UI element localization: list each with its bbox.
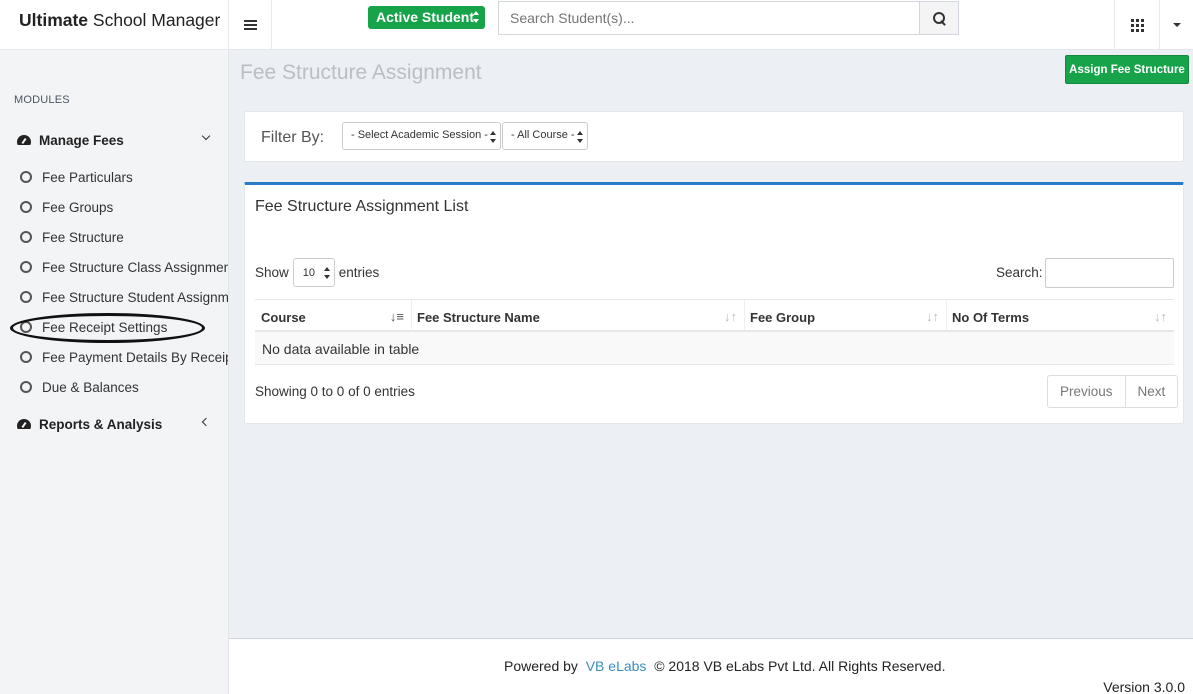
filter-panel: Filter By: - Select Academic Session - -…	[244, 111, 1184, 162]
course-select[interactable]: - All Course -	[502, 122, 588, 150]
page-length-select[interactable]: 10	[292, 258, 335, 287]
page-length-value: 10	[302, 267, 316, 279]
dashboard-icon	[17, 419, 31, 430]
circle-icon	[20, 171, 32, 183]
course-value: - All Course -	[511, 129, 575, 141]
sidebar-item-label: Fee Particulars	[42, 169, 133, 185]
sidebar-item-fee-particulars[interactable]: Fee Particulars	[20, 167, 228, 187]
sidebar-item-label: Fee Structure Student Assignment	[42, 289, 229, 305]
sidebar-toggle-button[interactable]	[229, 0, 272, 50]
app-logo[interactable]: Ultimate School Manager	[0, 0, 229, 50]
footer: Powered by VB eLabs © 2018 VB eLabs Pvt …	[229, 638, 1193, 694]
apps-grid-icon	[1130, 18, 1144, 32]
company-link[interactable]: VB eLabs	[586, 658, 647, 674]
apps-menu-button[interactable]	[1114, 0, 1160, 50]
circle-icon	[20, 261, 32, 273]
assignment-list-panel: Fee Structure Assignment List Show 10 en…	[244, 182, 1184, 424]
table-info: Showing 0 to 0 of 0 entries	[255, 384, 415, 399]
chevron-left-icon	[201, 417, 211, 427]
dashboard-icon	[17, 135, 31, 146]
sidebar-item-label: Fee Structure Class Assignment	[42, 259, 229, 275]
top-navbar: Ultimate School Manager Active Student	[0, 0, 1193, 50]
circle-icon	[20, 351, 32, 363]
sidebar-item-fee-structure-student-assignment[interactable]: Fee Structure Student Assignment	[20, 287, 229, 307]
column-header-no-of-terms[interactable]: No Of Terms ↓↑	[946, 300, 1174, 331]
column-header-course[interactable]: Course ↓≡	[255, 300, 412, 331]
circle-icon	[20, 381, 32, 393]
assign-fee-structure-button[interactable]: Assign Fee Structure	[1065, 55, 1189, 84]
page-length-control: Show 10 entries	[255, 258, 379, 287]
sidebar: MODULES Manage Fees Fee Particulars Fee …	[0, 50, 229, 694]
menu-manage-fees[interactable]: Manage Fees	[17, 130, 217, 150]
chevron-down-icon	[201, 131, 211, 141]
sort-icon: ↓↑	[1154, 309, 1167, 324]
modules-label: MODULES	[14, 94, 70, 106]
table-search-input[interactable]	[1045, 258, 1174, 288]
show-label: Show	[255, 265, 289, 280]
entries-label: entries	[338, 265, 380, 280]
previous-page-button[interactable]: Previous	[1048, 376, 1126, 407]
column-label: Fee Group	[750, 310, 816, 325]
column-header-fee-structure-name[interactable]: Fee Structure Name ↓↑	[411, 300, 745, 331]
sort-icon: ↓↑	[926, 309, 939, 324]
filter-label: Filter By:	[261, 129, 325, 146]
academic-session-value: - Select Academic Session -	[351, 129, 488, 141]
student-search-input[interactable]	[499, 2, 919, 34]
powered-by-text: Powered by	[504, 658, 578, 674]
column-label: No Of Terms	[952, 310, 1030, 325]
brand-bold: Ultimate	[19, 10, 89, 30]
brand-rest: School Manager	[88, 10, 221, 30]
student-status-value: Active Student	[376, 9, 475, 25]
sidebar-item-label: Fee Payment Details By Receipt No	[42, 349, 228, 365]
circle-icon	[20, 201, 32, 213]
column-label: Course	[261, 310, 306, 325]
select-arrows-icon	[323, 267, 330, 279]
select-arrows-icon	[577, 131, 583, 143]
menu-reports-analysis[interactable]: Reports & Analysis	[17, 414, 217, 434]
empty-table-row: No data available in table	[255, 332, 1174, 365]
caret-down-icon	[1173, 23, 1181, 27]
sidebar-item-due-balances[interactable]: Due & Balances	[20, 377, 228, 397]
list-title: Fee Structure Assignment List	[255, 198, 469, 215]
sort-asc-icon: ↓≡	[389, 309, 404, 324]
sidebar-item-label: Fee Groups	[42, 199, 114, 215]
user-menu-toggle[interactable]	[1161, 0, 1193, 50]
search-button[interactable]	[919, 1, 959, 35]
column-header-fee-group[interactable]: Fee Group ↓↑	[744, 300, 947, 331]
sidebar-item-label: Due & Balances	[42, 379, 139, 395]
circle-icon	[20, 231, 32, 243]
menu-reports-label: Reports & Analysis	[39, 416, 163, 432]
sidebar-item-fee-structure-class-assignment[interactable]: Fee Structure Class Assignment	[20, 257, 229, 277]
hamburger-icon	[243, 20, 257, 30]
annotation-circle	[10, 313, 205, 343]
select-arrows-icon	[473, 11, 479, 23]
sidebar-item-fee-payment-details[interactable]: Fee Payment Details By Receipt No	[20, 347, 228, 367]
sidebar-item-label: Fee Structure	[42, 229, 124, 245]
sidebar-item-fee-structure[interactable]: Fee Structure	[20, 227, 228, 247]
student-search-field[interactable]	[498, 1, 920, 35]
student-status-select[interactable]: Active Student	[368, 6, 485, 29]
footer-credits: Powered by VB eLabs © 2018 VB eLabs Pvt …	[504, 658, 945, 674]
table-header: Course ↓≡ Fee Structure Name ↓↑ Fee Grou…	[255, 299, 1174, 332]
search-icon	[932, 11, 946, 25]
sort-icon: ↓↑	[724, 309, 737, 324]
version-text: Version 3.0.0	[1103, 679, 1185, 694]
page-title: Fee Structure Assignment	[240, 61, 482, 84]
table-search-label: Search:	[996, 265, 1043, 280]
column-label: Fee Structure Name	[417, 310, 540, 325]
academic-session-select[interactable]: - Select Academic Session -	[342, 122, 501, 150]
sidebar-item-fee-groups[interactable]: Fee Groups	[20, 197, 228, 217]
pagination: Previous Next	[1047, 375, 1179, 408]
circle-icon	[20, 291, 32, 303]
next-page-button[interactable]: Next	[1126, 376, 1178, 407]
copyright-text: © 2018 VB eLabs Pvt Ltd. All Rights Rese…	[654, 658, 946, 674]
select-arrows-icon	[490, 131, 496, 143]
menu-manage-fees-label: Manage Fees	[39, 132, 124, 148]
